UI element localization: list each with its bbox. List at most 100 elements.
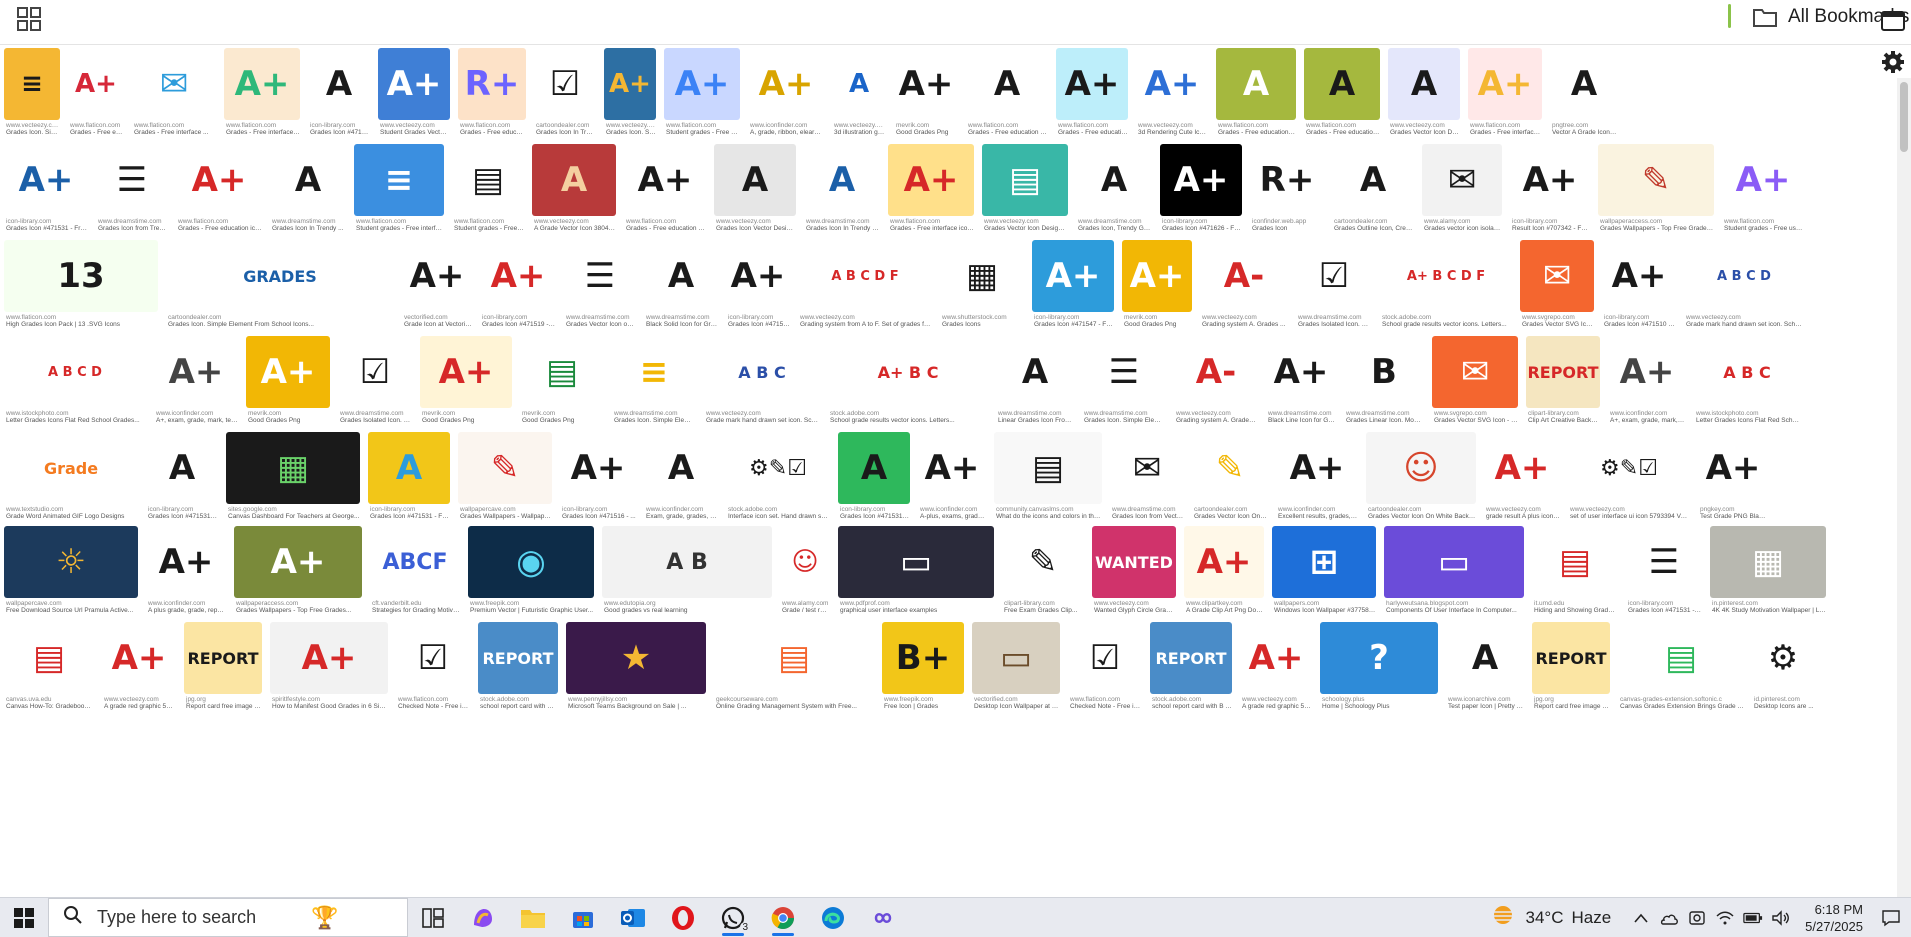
result-caption[interactable]: Report card free image do... — [186, 703, 262, 711]
result-caption[interactable]: Grades Icon #471531 - Fre... — [148, 513, 218, 521]
weather-widget[interactable]: 34°C Haze — [1489, 904, 1611, 931]
image-result[interactable]: GRADES cartoondealer.com Grades Icon. Simp… — [162, 236, 398, 332]
image-result[interactable]: A+ icon-library.com Grades Icon #471510 - … — [1598, 236, 1680, 332]
result-thumbnail[interactable]: A+ — [560, 432, 636, 504]
image-result[interactable]: A B C Dwww.istockphoto.com Letter Grades … — [0, 332, 150, 428]
result-thumbnail[interactable]: A — [368, 432, 450, 504]
image-result[interactable]: ▤ it.umd.edu Hiding and Showing Grade Be..… — [1528, 522, 1622, 618]
result-thumbnail[interactable]: A — [146, 432, 218, 504]
result-thumbnail[interactable]: A+ — [748, 48, 824, 120]
result-caption[interactable]: Grades Vector SVG Icon -... — [1522, 321, 1594, 329]
result-thumbnail[interactable]: A+ — [1722, 144, 1804, 216]
result-caption[interactable]: Grades - Free education icons — [968, 129, 1048, 137]
camera-icon[interactable] — [1687, 908, 1707, 928]
image-result[interactable]: ABCF cft.vanderbilt.edu Strategies for Gra… — [366, 522, 464, 618]
result-thumbnail[interactable]: A — [644, 432, 718, 504]
result-caption[interactable]: Grades Isolated Icon. Sim... — [1298, 321, 1372, 329]
image-result[interactable]: ☺www.alamy.comGrade / test result ... — [776, 522, 834, 618]
result-caption[interactable]: Student grades - Free educati... — [454, 225, 524, 233]
notification-icon[interactable] — [1881, 908, 1901, 928]
result-thumbnail[interactable]: ▤ — [1618, 622, 1744, 694]
image-result[interactable]: Awww.iconfinder.com Exam, grade, grades, … — [640, 428, 722, 524]
result-caption[interactable]: Grades Icon #471531 - Fre... — [1628, 607, 1702, 615]
result-thumbnail[interactable]: ⚙ — [1752, 622, 1814, 694]
result-thumbnail[interactable]: A+ — [246, 336, 330, 408]
result-thumbnail[interactable]: ✎ — [458, 432, 552, 504]
image-result[interactable]: ☑ www.flaticon.com Checked Note - Free int… — [1064, 618, 1146, 714]
image-result[interactable]: ☑cartoondealer.comGrades Icon In Trendy … — [530, 44, 600, 140]
image-result[interactable]: ✎ cartoondealer.com Grades Vector Icon On … — [1188, 428, 1272, 524]
image-result[interactable]: A+ www.vecteezy.com grade result A plus ic… — [1480, 428, 1564, 524]
taskbar-clock[interactable]: 6:18 PM 5/27/2025 — [1805, 901, 1863, 935]
image-result[interactable]: A+www.flaticon.comGrades - Free educatio… — [172, 140, 266, 236]
result-thumbnail[interactable]: A+ — [1484, 432, 1560, 504]
image-result[interactable]: Aicon-library.comGrades Icon #471531 - F… — [364, 428, 454, 524]
image-result[interactable]: Awww.dreamstime.com Linear Grades Icon Fr… — [992, 332, 1078, 428]
result-thumbnail[interactable]: ✉ — [1432, 336, 1518, 408]
result-thumbnail[interactable]: Grade — [4, 432, 138, 504]
result-caption[interactable]: High Grades Icon Pack | 13 .SVG Icons — [6, 321, 158, 329]
result-caption[interactable]: Grading system from A to F. Set of grade… — [800, 321, 932, 329]
result-thumbnail[interactable]: A+ — [1032, 240, 1114, 312]
outlook-icon[interactable] — [608, 898, 658, 937]
image-result[interactable]: A+ www.flaticon.com Student grades - Free … — [1718, 140, 1808, 236]
result-thumbnail[interactable]: ☑ — [534, 48, 596, 120]
result-caption[interactable]: Online Grading Management System with Fr… — [716, 703, 874, 711]
image-result[interactable]: A+ B C D Fstock.adobe.com School grade re… — [1376, 236, 1516, 332]
result-caption[interactable]: Grading system A. Grades ... — [1202, 321, 1288, 329]
result-caption[interactable]: Strategies for Grading Motivat... — [372, 607, 460, 615]
result-caption[interactable]: Grades Icon, Trendy Grades... — [1078, 225, 1152, 233]
result-thumbnail[interactable]: REPORT — [478, 622, 558, 694]
result-thumbnail[interactable]: WANTED — [1092, 526, 1176, 598]
result-thumbnail[interactable]: A — [1216, 48, 1296, 120]
result-caption[interactable]: Letter Grades Icons Flat Red School Grad… — [6, 417, 146, 425]
result-caption[interactable]: Grades Icon. Simple ... — [606, 129, 656, 137]
result-caption[interactable]: Grades Wallpapers - Top Free Grades... — [236, 607, 362, 615]
result-caption[interactable]: Grades - Free education icons — [1306, 129, 1380, 137]
result-caption[interactable]: grade result A plus icon on ... — [1486, 513, 1560, 521]
result-thumbnail[interactable]: A+ B C D F — [1380, 240, 1512, 312]
result-thumbnail[interactable]: ✎ — [1598, 144, 1714, 216]
result-caption[interactable]: Report card free image do... — [1534, 703, 1610, 711]
image-result[interactable]: ★ www.pennyjillsy.com Microsoft Teams Back… — [562, 618, 710, 714]
result-caption[interactable]: Grades Icon #471547 - Free ... — [1034, 321, 1114, 329]
image-result[interactable]: ≡ www.dreamstime.com Grades Icon. Simple E… — [608, 332, 700, 428]
result-caption[interactable]: Canvas How-To: Gradebook Se... — [6, 703, 94, 711]
image-result[interactable]: A-www.vecteezy.com Grading system A. Grad… — [1196, 236, 1292, 332]
result-thumbnail[interactable]: A — [1304, 48, 1380, 120]
result-caption[interactable]: Grades Icon In Trendy ... — [272, 225, 346, 233]
result-thumbnail[interactable]: A- — [1174, 336, 1258, 408]
image-result[interactable]: A+ mevrik.com Good Grades Png — [890, 44, 962, 140]
result-caption[interactable]: Grades Outline Icon, Creati... — [1334, 225, 1414, 233]
image-result[interactable]: A B Cwww.vecteezy.com Grade mark hand dra… — [700, 332, 824, 428]
image-result[interactable]: ◉ www.freepik.com Premium Vector | Futuris… — [464, 522, 598, 618]
image-result[interactable]: Acartoondealer.com Grades Outline Icon, C… — [1328, 140, 1418, 236]
image-result[interactable]: B+ www.freepik.com Free Icon | Grades — [878, 618, 968, 714]
result-thumbnail[interactable]: A+ — [402, 240, 472, 312]
result-caption[interactable]: Grades Icon #471516 - ... — [562, 513, 636, 521]
image-result[interactable]: ☑ www.flaticon.com Checked Note - Free int… — [392, 618, 474, 714]
image-result[interactable]: Grade www.textstudio.com Grade Word Animat… — [0, 428, 142, 524]
result-caption[interactable]: graphical user interface examples — [840, 607, 994, 615]
result-thumbnail[interactable]: ☰ — [564, 240, 636, 312]
result-caption[interactable]: Free Download Source Url Pramula Active.… — [6, 607, 138, 615]
result-thumbnail[interactable]: ☺ — [780, 526, 830, 598]
image-result[interactable]: A+ www.flaticon.com Grades - Free interfac… — [884, 140, 978, 236]
image-result[interactable]: A+ wallpaperaccess.com Grades Wallpapers -… — [230, 522, 366, 618]
result-thumbnail[interactable]: A+ — [1698, 432, 1768, 504]
result-thumbnail[interactable]: ▭ — [838, 526, 994, 598]
image-result[interactable]: ⊞ wallpapers.com Windows Icon Wallpaper #3… — [1268, 522, 1380, 618]
image-result[interactable]: A+ icon-library.com Grades Icon #471519 - … — [476, 236, 560, 332]
image-result[interactable]: A+ www.vecteezy.com Student Grades Vector … — [374, 44, 454, 140]
result-thumbnail[interactable]: R+ — [1250, 144, 1324, 216]
result-caption[interactable]: Grades Icon from Vector Sign a... — [1112, 513, 1184, 521]
result-caption[interactable]: A grade red graphic 55472... — [104, 703, 176, 711]
image-result[interactable]: ☺ cartoondealer.com Grades Vector Icon On … — [1362, 428, 1480, 524]
result-thumbnail[interactable]: REPORT — [1150, 622, 1232, 694]
image-result[interactable]: ☰ www.dreamstime.com Grades Vector Icon on… — [560, 236, 640, 332]
image-result[interactable]: ✎ clipart-library.com Free Exam Grades Cli… — [998, 522, 1088, 618]
result-caption[interactable]: Canvas Dashboard For Teachers at George.… — [228, 513, 360, 521]
result-caption[interactable]: Letter Grades Icons Flat Red School Grad… — [1696, 417, 1800, 425]
result-thumbnail[interactable]: A B — [602, 526, 772, 598]
result-thumbnail[interactable]: ▤ — [452, 144, 524, 216]
